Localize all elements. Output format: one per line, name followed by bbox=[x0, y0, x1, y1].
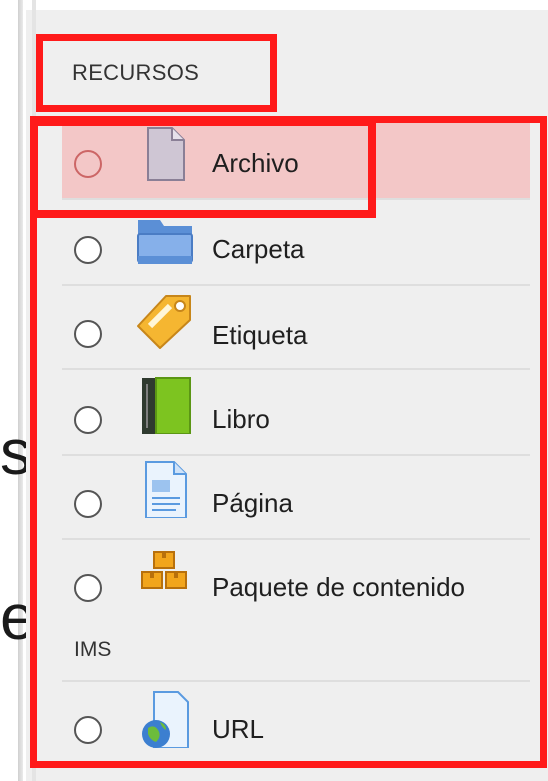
annotation-box-section-title bbox=[36, 34, 277, 112]
annotation-box-archivo bbox=[30, 118, 376, 218]
left-divider bbox=[18, 0, 23, 781]
